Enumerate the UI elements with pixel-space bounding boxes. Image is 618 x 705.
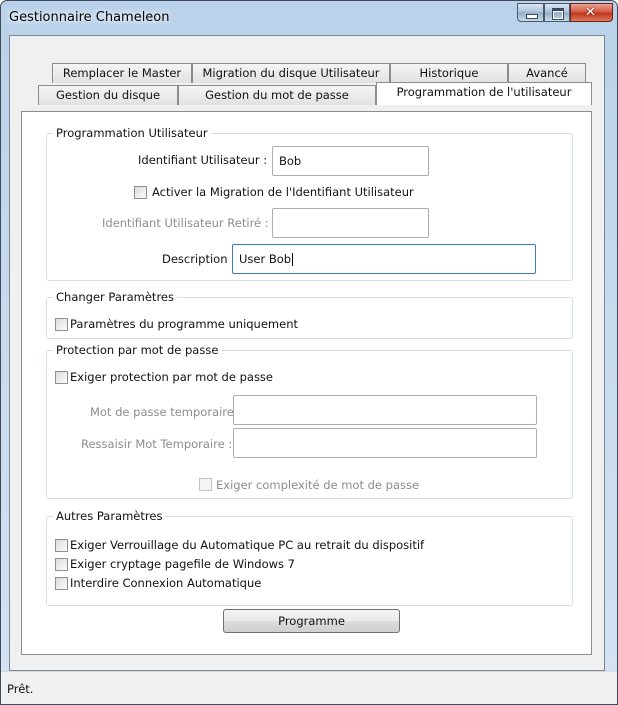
client-area: Remplacer le Master Migration du disque … <box>9 35 605 671</box>
close-button[interactable]: ✕ <box>570 3 613 22</box>
group-title: Programmation Utilisateur <box>53 126 211 140</box>
group-title: Autres Paramètres <box>53 509 166 523</box>
autologin-checkbox[interactable] <box>55 577 68 590</box>
app-window: Gestionnaire Chameleon ✕ Remplacer le Ma… <box>0 0 618 705</box>
require-password-label: Exiger protection par mot de passe <box>70 370 273 384</box>
minimize-button[interactable] <box>517 3 544 22</box>
status-text: Prêt. <box>7 682 34 696</box>
require-password-checkbox[interactable] <box>55 371 68 384</box>
group-title: Changer Paramètres <box>53 290 177 304</box>
tab-migration-disque[interactable]: Migration du disque Utilisateur <box>192 63 390 83</box>
retype-password-field[interactable] <box>233 428 537 458</box>
retired-id-field[interactable] <box>272 208 429 238</box>
group-protection-mot-de-passe: Protection par mot de passe Exiger prote… <box>46 343 573 499</box>
group-programmation-utilisateur: Programmation Utilisateur Identifiant Ut… <box>46 126 573 281</box>
group-changer-parametres: Changer Paramètres Paramètres du program… <box>46 290 573 339</box>
autologin-label: Interdire Connexion Automatique <box>70 576 262 590</box>
user-id-label: Identifiant Utilisateur : <box>138 153 268 167</box>
complexity-checkbox[interactable] <box>199 478 212 491</box>
user-id-field[interactable]: Bob <box>272 146 429 176</box>
complexity-label: Exiger complexité de mot de passe <box>216 478 420 492</box>
status-bar: Prêt. <box>1 671 617 704</box>
text-caret <box>292 253 294 266</box>
title-bar[interactable]: Gestionnaire Chameleon ✕ <box>1 1 617 35</box>
retype-password-label: Ressaisir Mot Temporaire : <box>81 437 233 451</box>
tab-gestion-mot-de-passe[interactable]: Gestion du mot de passe <box>178 85 376 105</box>
tab-historique[interactable]: Historique <box>390 63 508 83</box>
migrate-label: Activer la Migration de l'Identifiant Ut… <box>152 185 414 199</box>
tab-avance[interactable]: Avancé <box>508 63 586 83</box>
tab-remplacer-master[interactable]: Remplacer le Master <box>52 63 192 83</box>
tab-programmation-utilisateur[interactable]: Programmation de l'utilisateur <box>376 82 592 105</box>
maximize-icon <box>552 8 564 20</box>
temp-password-label: Mot de passe temporaire : <box>90 405 242 419</box>
auto-lock-checkbox[interactable] <box>55 539 68 552</box>
auto-lock-label: Exiger Verrouillage du Automatique PC au… <box>70 538 425 552</box>
group-autres-parametres: Autres Paramètres Exiger Verrouillage du… <box>46 509 573 606</box>
program-button[interactable]: Programme <box>223 609 400 633</box>
migrate-checkbox[interactable] <box>134 186 147 199</box>
tab-panel: Programmation Utilisateur Identifiant Ut… <box>21 111 592 655</box>
tab-gestion-disque[interactable]: Gestion du disque <box>38 85 178 105</box>
close-icon: ✕ <box>585 5 596 20</box>
description-value: User Bob <box>239 252 292 266</box>
pagefile-checkbox[interactable] <box>55 558 68 571</box>
description-field[interactable]: User Bob <box>232 244 536 274</box>
pagefile-label: Exiger cryptage pagefile de Windows 7 <box>70 557 295 571</box>
program-only-checkbox[interactable] <box>55 318 68 331</box>
maximize-button[interactable] <box>544 3 570 22</box>
retired-id-label: Identifiant Utilisateur Retiré : <box>102 216 269 230</box>
program-only-label: Paramètres du programme uniquement <box>70 317 299 331</box>
minimize-icon <box>526 14 538 19</box>
window-title: Gestionnaire Chameleon <box>9 10 170 25</box>
temp-password-field[interactable] <box>233 395 537 425</box>
description-label: Description : <box>162 252 236 266</box>
group-title: Protection par mot de passe <box>53 343 222 357</box>
